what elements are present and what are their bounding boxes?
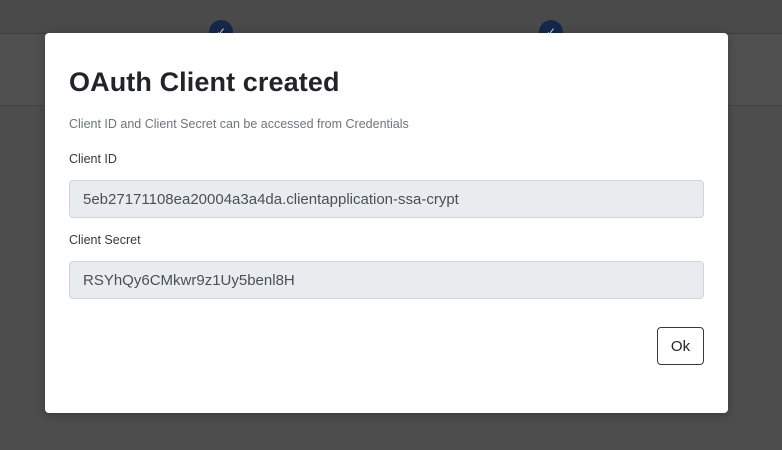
ok-button[interactable]: Ok <box>657 327 704 365</box>
dialog-subtitle: Client ID and Client Secret can be acces… <box>69 117 409 131</box>
oauth-client-created-dialog: OAuth Client created Client ID and Clien… <box>45 33 728 413</box>
client-secret-field[interactable] <box>69 261 704 299</box>
client-secret-label: Client Secret <box>69 233 141 247</box>
dialog-title: OAuth Client created <box>69 67 340 97</box>
client-id-field[interactable] <box>69 180 704 218</box>
client-id-label: Client ID <box>69 152 117 166</box>
